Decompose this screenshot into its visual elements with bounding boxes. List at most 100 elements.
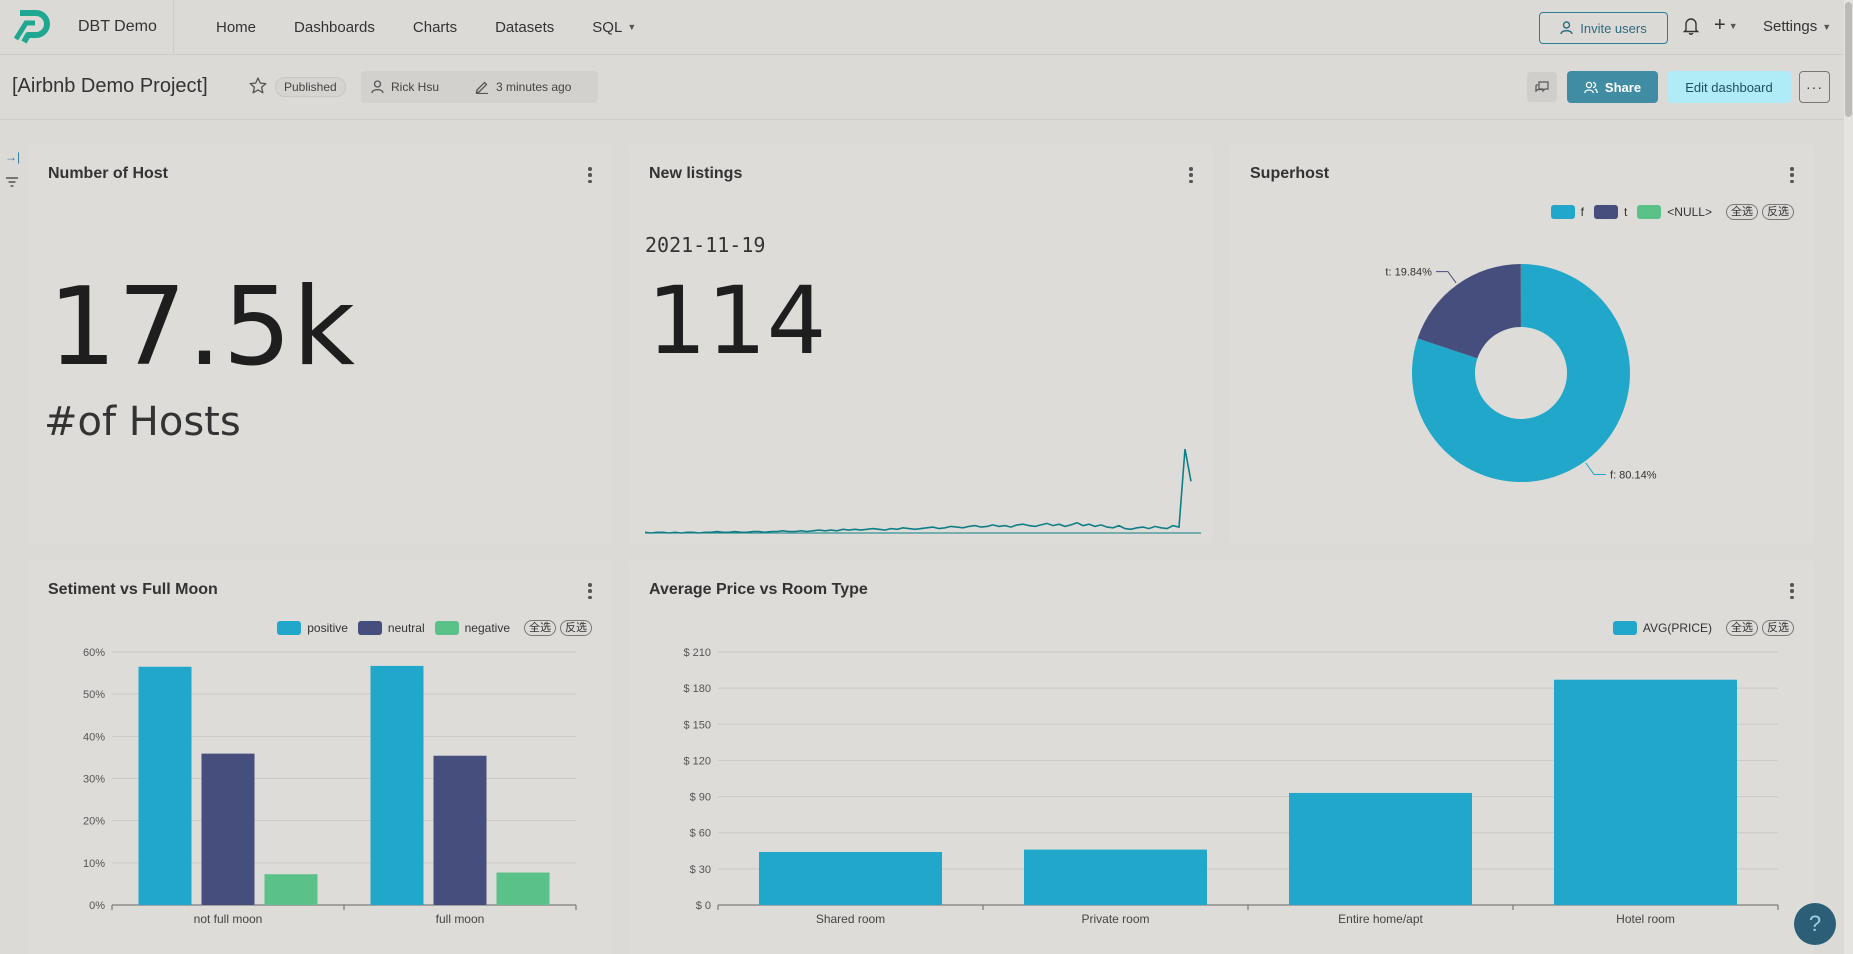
big-number-subtitle: #of Hosts: [44, 399, 241, 445]
y-tick-label: 50%: [83, 689, 105, 701]
nav-item-charts[interactable]: Charts: [413, 19, 457, 36]
nav-item-label: Home: [216, 18, 257, 36]
bar-positive: [138, 666, 192, 905]
bar-positive: [370, 665, 424, 905]
help-button[interactable]: ?: [1794, 903, 1836, 945]
card-number-of-host: Number of Host 17.5k #of Hosts: [28, 145, 612, 544]
y-tick-label: 10%: [83, 858, 105, 870]
page-scrollbar-track[interactable]: [1844, 0, 1853, 954]
trendline-chart: [645, 448, 1201, 534]
x-tick-label: Shared room: [816, 912, 885, 926]
bell-icon[interactable]: [1683, 17, 1699, 35]
caret-down-icon: ▼: [1822, 21, 1832, 32]
y-tick-label: $ 150: [683, 719, 711, 731]
y-tick-label: $ 210: [683, 647, 711, 659]
bar-negative: [264, 874, 318, 905]
nav-item-dashboards[interactable]: Dashboards: [294, 19, 375, 36]
edited-info: 3 minutes ago: [475, 80, 571, 94]
y-tick-label: $ 120: [683, 755, 711, 767]
nav-item-sql[interactable]: SQL ▼: [592, 19, 636, 36]
top-navbar: DBT Demo Home Dashboards Charts Datasets…: [0, 0, 1853, 55]
dashboard-header: [Airbnb Demo Project] Published Rick Hsu…: [0, 55, 1853, 120]
donut-chart: f: 80.14% t: 19.84%: [1385, 264, 1657, 482]
comments-button[interactable]: [1527, 72, 1557, 102]
owner-info: Rick Hsu: [371, 80, 439, 94]
page-scrollbar-thumb[interactable]: [1845, 2, 1852, 117]
card-menu-icon[interactable]: [1188, 167, 1194, 183]
plus-icon: +: [1714, 14, 1726, 36]
filter-icon[interactable]: [5, 176, 19, 188]
edit-dashboard-button[interactable]: Edit dashboard: [1667, 71, 1791, 103]
invite-users-label: Invite users: [1580, 20, 1647, 36]
y-tick-label: $ 90: [690, 792, 711, 804]
caret-down-icon: ▼: [627, 22, 637, 32]
edited-time: 3 minutes ago: [496, 80, 572, 94]
y-tick-label: 40%: [83, 731, 105, 743]
y-tick-label: 20%: [83, 816, 105, 828]
caret-down-icon: ▼: [1728, 20, 1738, 31]
workspace-name[interactable]: DBT Demo: [64, 0, 174, 54]
y-tick-label: 60%: [83, 647, 105, 659]
logo-icon[interactable]: [12, 9, 52, 45]
y-tick-label: $ 60: [690, 828, 711, 840]
x-tick-label: Private room: [1081, 912, 1149, 926]
x-tick-label: full moon: [436, 912, 485, 926]
bar-neutral: [433, 755, 487, 905]
bar-neutral: [201, 753, 255, 905]
share-label: Share: [1604, 79, 1642, 95]
card-sentiment-vs-full-moon: Setiment vs Full Moon positive neutral n…: [28, 561, 612, 954]
nav-item-label: Dashboards: [294, 18, 375, 36]
y-tick-label: 0%: [89, 900, 105, 912]
x-tick-label: Entire home/apt: [1338, 912, 1423, 926]
owner-name: Rick Hsu: [391, 80, 440, 94]
dashboard-title[interactable]: [Airbnb Demo Project]: [12, 75, 208, 98]
share-users-icon: [1584, 81, 1598, 93]
trendline-series: [645, 448, 1192, 534]
status-badge[interactable]: Published: [275, 77, 346, 97]
bar-avg-price-: [1289, 792, 1472, 905]
bar-chart: $ 0 $ 30 $ 60 $ 90 $ 120 $ 150 $ 180 $ 210 Share…: [683, 647, 1779, 926]
dashboard-metadata[interactable]: Rick Hsu 3 minutes ago: [361, 71, 598, 103]
big-number-date: 2021-11-19: [645, 233, 766, 257]
share-button[interactable]: Share: [1567, 71, 1658, 103]
more-actions-button[interactable]: ···: [1799, 71, 1830, 103]
y-tick-label: 30%: [83, 774, 105, 786]
question-icon: ?: [1808, 911, 1822, 936]
main-menu: Home Dashboards Charts Datasets SQL ▼: [216, 0, 674, 54]
grouped-bar-chart: 0% 10% 20% 30% 40% 50% 60% not full moon full mo…: [83, 647, 577, 926]
comment-icon: [1535, 81, 1549, 93]
settings-label: Settings: [1763, 18, 1818, 35]
y-tick-label: $ 180: [683, 683, 711, 695]
pie-label-line: [1435, 271, 1457, 284]
star-icon[interactable]: [249, 77, 267, 94]
big-number-value: 17.5k: [48, 265, 357, 390]
user-icon: [371, 80, 384, 94]
invite-users-button[interactable]: Invite users: [1539, 12, 1668, 44]
bar-avg-price-: [1554, 679, 1737, 905]
x-tick-label: not full moon: [194, 912, 263, 926]
settings-menu[interactable]: Settings ▼: [1763, 18, 1831, 35]
nav-item-home[interactable]: Home: [216, 19, 256, 36]
y-tick-label: $ 0: [696, 900, 711, 912]
card-new-listings: New listings 2021-11-19 114: [629, 145, 1213, 544]
big-number-value: 114: [647, 267, 827, 376]
card-average-price-vs-room-type: Average Price vs Room Type AVG(PRICE) 全选…: [629, 561, 1814, 954]
chart-title: Number of Host: [48, 165, 168, 182]
nav-item-label: Datasets: [495, 18, 555, 36]
y-tick-label: $ 30: [690, 864, 711, 876]
nav-item-datasets[interactable]: Datasets: [495, 19, 554, 36]
pencil-icon: [475, 81, 489, 94]
bar-negative: [496, 872, 550, 905]
card-menu-icon[interactable]: [587, 167, 593, 183]
bar-avg-price-: [759, 851, 942, 905]
expand-filters-icon[interactable]: →|: [5, 150, 20, 164]
chart-title: New listings: [649, 165, 743, 182]
pie-label: f: 80.14%: [1610, 469, 1657, 481]
x-tick-label: Hotel room: [1616, 912, 1675, 926]
bar-avg-price-: [1024, 849, 1207, 905]
add-new-menu[interactable]: + ▼: [1714, 14, 1738, 37]
nav-item-label: SQL: [592, 18, 623, 36]
pie-label-line: [1585, 462, 1607, 475]
card-superhost: Superhost f t <NULL> 全选 反选 f: 80.14% t: 1…: [1230, 145, 1814, 544]
user-icon: [1560, 21, 1573, 35]
